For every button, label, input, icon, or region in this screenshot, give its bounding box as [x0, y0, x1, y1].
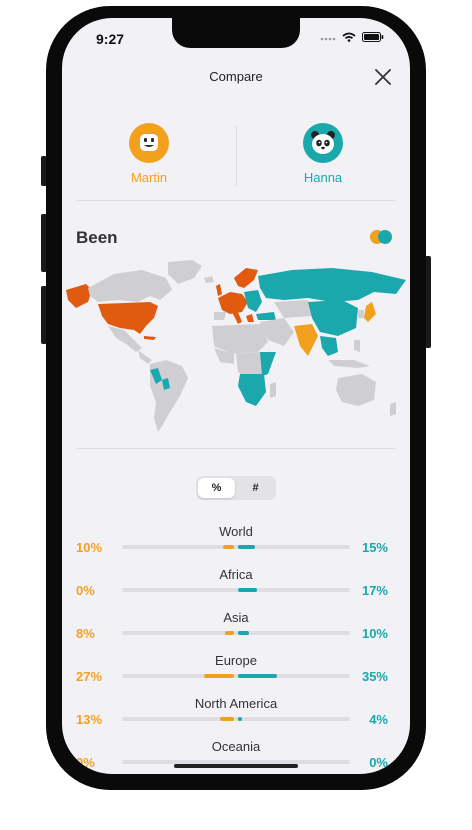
stat-row-asia: Asia 8% 10% [62, 610, 410, 650]
map-china [308, 300, 358, 336]
map-canada [88, 270, 172, 302]
left-percent: 0% [76, 583, 95, 598]
user-martin[interactable]: Martin [89, 123, 209, 185]
battery-icon [362, 32, 384, 42]
region-label: Africa [219, 567, 253, 582]
map-india [294, 324, 318, 356]
map-australia [336, 374, 376, 406]
right-percent: 0% [369, 755, 388, 770]
robot-avatar-icon [129, 123, 169, 163]
right-percent: 10% [361, 626, 388, 641]
map-southern-africa [238, 374, 266, 406]
stat-row-europe: Europe 27% 35% [62, 653, 410, 693]
map-philippines [354, 340, 360, 352]
stat-row-africa: Africa 0% 17% [62, 567, 410, 607]
left-bar [223, 545, 234, 549]
home-indicator [174, 764, 298, 768]
left-percent: 27% [76, 669, 103, 684]
wifi-icon [342, 32, 356, 42]
right-percent: 15% [361, 540, 388, 555]
count-option[interactable]: # [237, 478, 274, 498]
user-name-martin: Martin [130, 170, 168, 185]
right-percent: 35% [361, 669, 388, 684]
left-percent: 0% [76, 755, 95, 770]
status-time: 9:27 [96, 31, 125, 47]
map-indonesia [328, 360, 370, 368]
region-label: Oceania [211, 739, 261, 754]
progress-track [122, 717, 350, 721]
map-scandinavia [234, 268, 258, 288]
right-bar [238, 631, 249, 635]
map-east-africa [260, 352, 276, 376]
map-usa [98, 302, 158, 334]
user-name-hanna: Hanna [303, 170, 343, 185]
progress-track [122, 631, 350, 635]
region-label: Asia [223, 610, 249, 625]
map-new-zealand [390, 402, 396, 416]
map-greece [246, 314, 254, 322]
map-japan [364, 302, 376, 322]
region-label: North America [194, 696, 278, 711]
status-icons [320, 32, 384, 42]
map-spain [214, 312, 226, 320]
header-divider [76, 200, 396, 201]
left-percent: 8% [76, 626, 95, 641]
map-western-europe [218, 292, 248, 314]
map-north-africa [212, 324, 268, 354]
left-percent: 13% [76, 712, 103, 727]
map-korea [358, 310, 364, 318]
notch [172, 18, 300, 48]
map-uk [216, 284, 222, 296]
left-percent: 10% [76, 540, 103, 555]
page-title: Compare [209, 69, 263, 84]
map-central-asia [274, 300, 312, 318]
map-italy [232, 312, 242, 324]
progress-track [122, 588, 350, 592]
map-alaska [66, 284, 92, 308]
map-southeast-asia [320, 336, 338, 356]
map-madagascar [270, 382, 276, 398]
map-central-america [138, 350, 152, 364]
map-turkey [256, 312, 276, 320]
left-bar [219, 717, 234, 721]
map-divider [76, 448, 396, 449]
right-percent: 17% [361, 583, 388, 598]
compare-screen: 9:27 Compare Martin Hanna Been % # World… [62, 18, 410, 774]
panda-avatar-icon [303, 123, 343, 163]
right-bar [238, 674, 277, 678]
right-bar [238, 588, 257, 592]
left-bar [225, 631, 234, 635]
region-label: Europe [215, 653, 257, 668]
region-label: World [219, 524, 253, 539]
percent-option[interactable]: % [198, 478, 235, 498]
map-iceland [204, 276, 214, 283]
map-greenland [168, 260, 202, 284]
map-cuba [144, 336, 156, 340]
stat-row-world: World 10% 15% [62, 524, 410, 564]
right-percent: 4% [369, 712, 388, 727]
user-divider [236, 126, 237, 186]
section-title: Been [76, 228, 118, 247]
stat-row-oceania: Oceania 0% 0% [62, 739, 410, 774]
cellular-icon [320, 37, 336, 41]
progress-track [122, 545, 350, 549]
map-eastern-europe [244, 290, 262, 312]
compare-legend-icon [370, 230, 394, 244]
close-icon[interactable] [373, 67, 393, 87]
left-bar [204, 674, 234, 678]
unit-toggle[interactable]: % # [196, 476, 276, 500]
world-map[interactable] [62, 256, 410, 436]
stat-row-north-america: North America 13% 4% [62, 696, 410, 736]
right-bar [238, 545, 255, 549]
map-russia [258, 268, 406, 302]
user-hanna[interactable]: Hanna [263, 123, 383, 185]
progress-track [122, 674, 350, 678]
